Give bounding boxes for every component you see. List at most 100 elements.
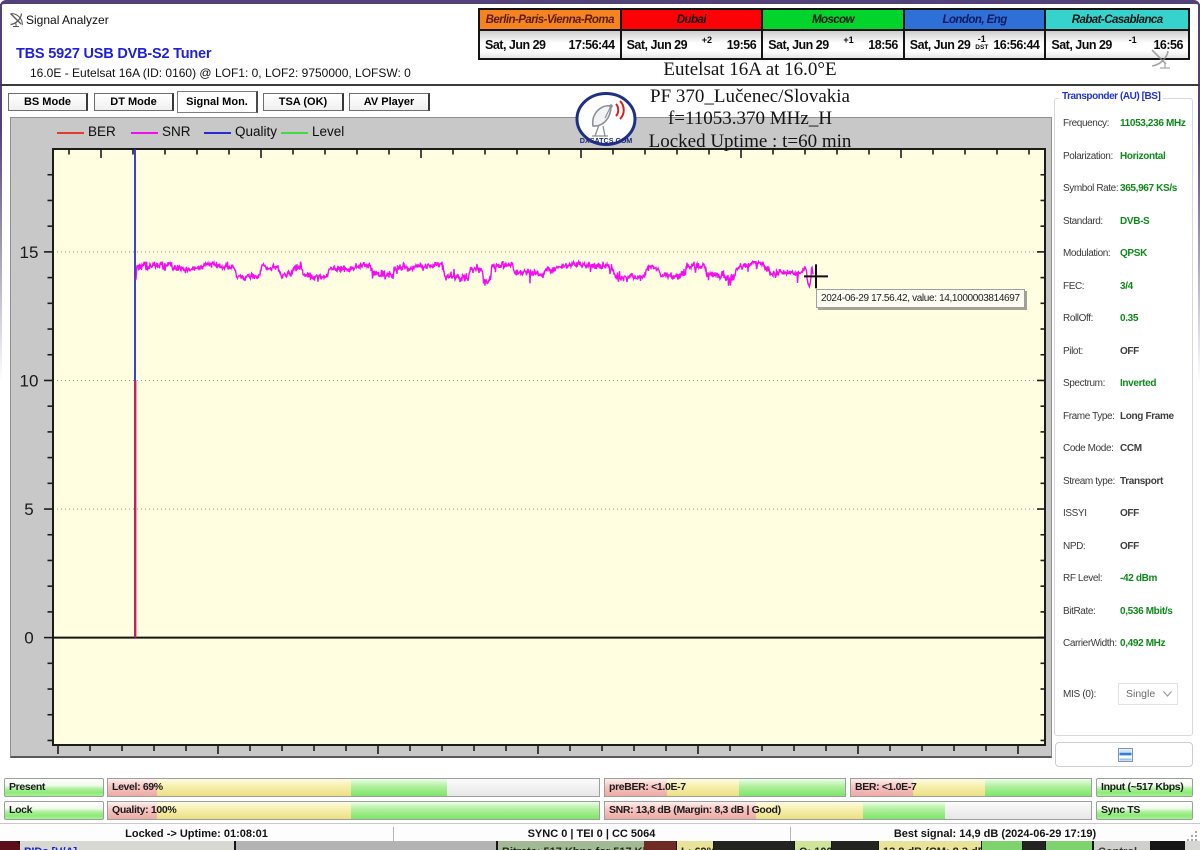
bar-zone-green [862, 802, 946, 819]
tp-label-rf-level-: RF Level: [1063, 573, 1103, 584]
tp-value-code-mode-: CCM [1120, 443, 1142, 454]
background-fragment-10 [982, 841, 1022, 850]
tp-value-npd-: OFF [1120, 540, 1139, 552]
tp-value-polarization-: Horizontal [1120, 150, 1166, 162]
background-fragment-12 [1046, 841, 1092, 850]
clock-london-eng: London, Eng Sat, Jun 29 -1 DST 16:56:44 [904, 10, 1047, 58]
world-clocks-table: Berlin-Paris-Vienna-Roma Sat, Jun 29 17:56… [478, 8, 1190, 60]
clock-berlin-paris-vienna-roma: Berlin-Paris-Vienna-Roma Sat, Jun 29 17:56… [480, 10, 622, 58]
indicator-input-517-kbps-: Input (~517 Kbps) [1096, 778, 1193, 797]
window-left-border [0, 4, 2, 424]
tp-value-pilot-: OFF [1120, 345, 1139, 357]
background-fragment-14 [1151, 841, 1185, 850]
bar-ber: BER: <1.0E-7 [850, 778, 1092, 797]
stream-list-icon [1118, 748, 1133, 762]
tp-value-carrierwidth-: 0,492 MHz [1120, 638, 1166, 649]
tp-label-spectrum-: Spectrum: [1063, 378, 1105, 389]
background-fragment-5: L: 69% [677, 841, 713, 850]
tp-label-carrierwidth-: CarrierWidth: [1063, 638, 1117, 649]
tp-label-frame-type-: Frame Type: [1063, 410, 1115, 422]
background-fragment-7: Q: 100% [795, 841, 831, 850]
clock-city-name: Rabat-Casablanca [1046, 10, 1188, 31]
uptime-line: Locked Uptime : t=60 min [648, 131, 852, 152]
background-fragment-15: ... [1185, 841, 1200, 850]
bar-zone-yellow [913, 779, 986, 796]
clock-date: Sat, Jun 29 [768, 37, 829, 52]
tab-bs-mode[interactable]: BS Mode [8, 93, 88, 111]
svg-text:10: 10 [20, 371, 39, 390]
bar-level: Level: 69% [107, 778, 600, 797]
tp-value-standard-: DVB-S [1120, 215, 1150, 227]
tp-label-modulation-: Modulation: [1063, 248, 1111, 259]
tp-label-fec-: FEC: [1063, 280, 1085, 292]
background-fragment-0 [0, 841, 20, 850]
dxsatcs-logo-text: DXSATCS.COM [580, 136, 633, 145]
statusbar-divider [790, 827, 791, 842]
bar-zone-green [351, 779, 447, 796]
signal-analyzer-window: Signal Analyzer Berlin-Paris-Vienna-Roma… [0, 0, 1200, 845]
bar-preber: preBER: <1.0E-7 [604, 778, 846, 797]
background-fragment-9: 13,8 dB (CM: 8,3 dB | Good) [879, 841, 981, 850]
tp-value-modulation-: QPSK [1120, 248, 1147, 259]
dxsatcs-logo: DXSATCS.COM [575, 92, 637, 146]
transponder-title: Transponder (AU) [BS] [1059, 91, 1164, 102]
svg-text:15: 15 [20, 243, 39, 262]
tp-label-polarization-: Polarization: [1063, 150, 1113, 162]
tp-value-bitrate-: 0,536 Mbit/s [1120, 605, 1173, 617]
bar-label: Level: 69% [112, 781, 163, 793]
stream-info-button[interactable] [1055, 742, 1193, 767]
clock-time: Sat, Jun 29 -1 DST 16:56:44 [904, 31, 1045, 58]
clock-moscow: Moscow Sat, Jun 29 +1 18:56 [763, 10, 905, 58]
tp-value-rolloff-: 0.35 [1120, 313, 1139, 324]
clock-city-name: Dubai [621, 10, 762, 31]
tp-value-frequency-: 11053,236 MHz [1120, 118, 1186, 129]
tab-tsa-ok-[interactable]: TSA (OK) [263, 93, 344, 111]
mis-dropdown[interactable]: Single [1118, 683, 1178, 705]
satellite-name-line: Eutelsat 16A at 16.0°E [663, 59, 837, 80]
bar-quality: Quality: 100% [107, 801, 600, 820]
tp-label-standard-: Standard: [1063, 215, 1103, 227]
tp-value-stream-type-: Transport [1120, 475, 1163, 487]
background-fragment-2 [236, 841, 496, 850]
indicator-sync-ts: Sync TS [1096, 801, 1193, 820]
clock-hms: 16:56:44 [993, 37, 1040, 52]
clock-hms: 19:56 [726, 37, 757, 52]
tp-label-issyi: ISSYI [1063, 508, 1087, 519]
tp-value-rf-level-: -42 dBm [1120, 573, 1158, 584]
tab-signal-mon-[interactable]: Signal Mon. [177, 91, 258, 113]
satellite-dish-icon [10, 13, 23, 28]
clock-hms: 17:56:44 [568, 37, 616, 52]
indicator-lock: Lock [4, 801, 104, 820]
statusbar-divider [393, 827, 394, 842]
background-fragment-1: PIDs [V/A] [20, 841, 234, 850]
tuner-title: TBS 5927 USB DVB-S2 Tuner [16, 46, 212, 62]
tp-label-code-mode-: Code Mode: [1063, 443, 1114, 454]
mis-value: Single [1126, 688, 1156, 700]
chart-panel: BER SNR Quality Level 0 5 10 15 [10, 117, 1052, 758]
tp-value-spectrum-: Inverted [1120, 378, 1157, 389]
clock-utc-offset: -1 [1128, 34, 1137, 45]
frequency-line: f=11053.370 MHz_H [667, 108, 833, 129]
background-fragment-4 [644, 841, 676, 850]
bar-snr: SNR: 13,8 dB (Margin: 8,3 dB | Good) [604, 801, 1092, 820]
chart-tooltip: 2024-06-29 17.56.42, value: 14,100000381… [816, 289, 1025, 308]
clock-date: Sat, Jun 29 [1051, 37, 1112, 52]
background-window-strip: PIDs [V/A] Bitrate: 517 Kbps for 517 Kbps… [0, 841, 1200, 850]
background-fragment-11 [1023, 841, 1045, 850]
tab-dt-mode[interactable]: DT Mode [94, 93, 174, 111]
window-title: Signal Analyzer [26, 13, 109, 27]
clock-utc-offset: +2 [701, 34, 713, 45]
clock-time: Sat, Jun 29 +2 19:56 [621, 31, 762, 58]
tp-label-pilot-: Pilot: [1063, 345, 1083, 357]
signal-chart[interactable]: 0 5 10 15 [11, 118, 1051, 756]
clock-date: Sat, Jun 29 [909, 37, 971, 52]
tp-label-rolloff-: RollOff: [1063, 313, 1093, 324]
background-fragment-13: Control [1094, 841, 1150, 850]
background-fragment-6 [714, 841, 794, 850]
tab-av-player[interactable]: AV Player [349, 93, 430, 111]
bar-label: BER: <1.0E-7 [855, 781, 917, 793]
background-fragment-3: Bitrate: 517 Kbps for 517 Kbps [498, 841, 644, 850]
tp-value-symbol-rate-: 365,967 KS/s [1120, 183, 1177, 194]
clock-date: Sat, Jun 29 [626, 37, 688, 52]
tp-value-fec-: 3/4 [1120, 280, 1133, 292]
